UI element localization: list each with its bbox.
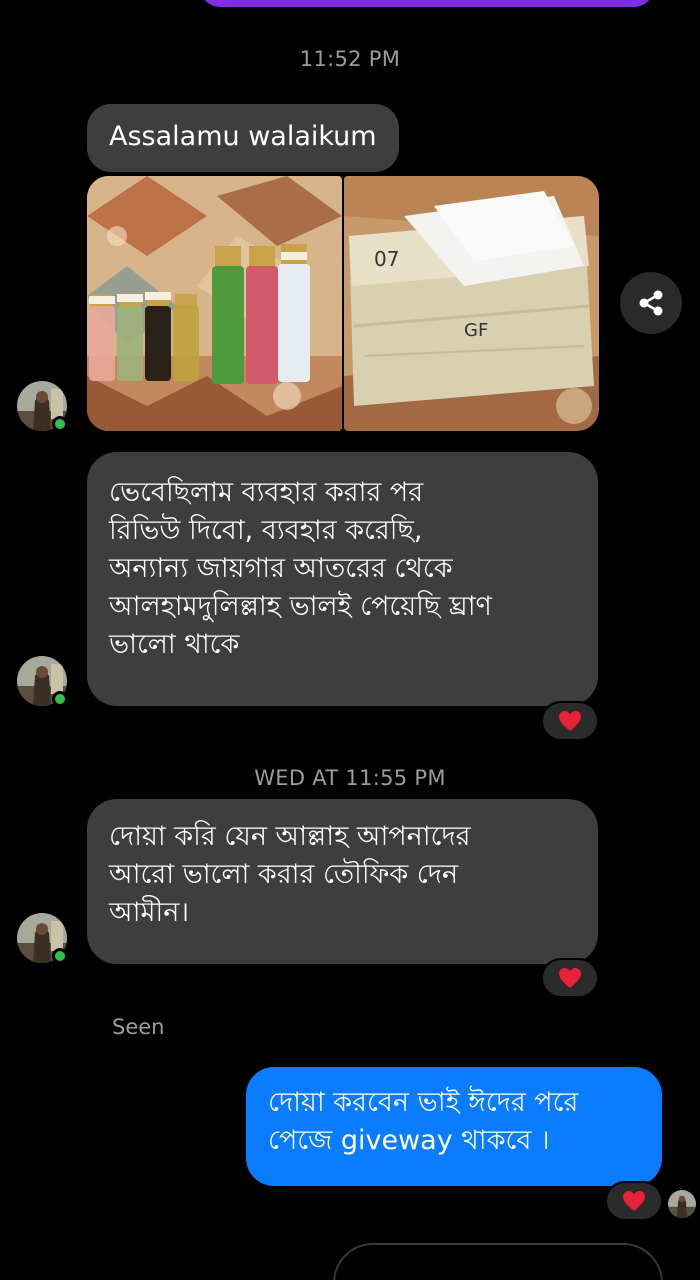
seen-label: Seen <box>112 1015 165 1039</box>
message-reaction[interactable] <box>541 958 599 998</box>
incoming-message[interactable]: Assalamu walaikum <box>87 104 399 172</box>
online-status-dot <box>52 691 68 707</box>
online-status-dot <box>52 948 68 964</box>
message-text-line: পেজে giveway থাকবে । <box>268 1125 550 1156</box>
svg-text:GF: GF <box>464 320 488 341</box>
share-icon <box>639 290 663 316</box>
message-text-line: ভালো থাকে <box>109 629 240 660</box>
message-composer[interactable] <box>333 1243 663 1280</box>
perfume-bottles-photo[interactable] <box>87 176 342 431</box>
timestamp: WED AT 11:55 PM <box>254 766 446 790</box>
timestamp: 11:52 PM <box>299 47 401 71</box>
avatar[interactable] <box>17 656 68 707</box>
heart-icon <box>559 968 581 988</box>
message-text: Assalamu walaikum <box>109 121 377 152</box>
message-text-line: দোয়া করবেন ভাই ঈদের পরে <box>268 1087 579 1118</box>
incoming-message[interactable]: দোয়া করি যেন আল্লাহ আপনাদের আরো ভালো কর… <box>87 799 598 964</box>
heart-icon <box>623 1191 645 1211</box>
svg-text:07: 07 <box>374 247 399 271</box>
message-text-line: ভেবেছিলাম ব্যবহার করার পর <box>109 477 424 508</box>
message-text-line: আমীন। <box>109 897 189 928</box>
chat-screen: 11:52 PM Assalamu walaikum 07 GF ভেবেছিল… <box>0 0 700 1280</box>
message-reaction[interactable] <box>541 701 599 741</box>
outgoing-message[interactable]: দোয়া করবেন ভাই ঈদের পরে পেজে giveway থা… <box>246 1067 662 1186</box>
message-text-line: দোয়া করি যেন আল্লাহ আপনাদের <box>109 821 471 852</box>
online-status-dot <box>52 416 68 432</box>
incoming-message[interactable]: ভেবেছিলাম ব্যবহার করার পর রিভিউ দিবো, ব্… <box>87 452 598 706</box>
read-receipt-avatar <box>668 1190 696 1218</box>
share-button[interactable] <box>620 272 682 334</box>
package-photo[interactable]: 07 GF <box>344 176 599 431</box>
message-reaction[interactable] <box>605 1181 663 1221</box>
heart-icon <box>559 711 581 731</box>
previous-outgoing-message[interactable] <box>200 0 654 7</box>
message-text-line: আরো ভালো করার তৌফিক দেন <box>109 859 459 890</box>
avatar[interactable] <box>17 913 68 964</box>
message-text-line: আলহামদুলিল্লাহ ভালই পেয়েছি ঘ্রাণ <box>109 591 492 622</box>
avatar[interactable] <box>17 381 68 432</box>
message-text-line: অন্যান্য জায়গার আতরের থেকে <box>109 553 453 584</box>
message-text-line: রিভিউ দিবো, ব্যবহার করেছি, <box>109 515 423 546</box>
